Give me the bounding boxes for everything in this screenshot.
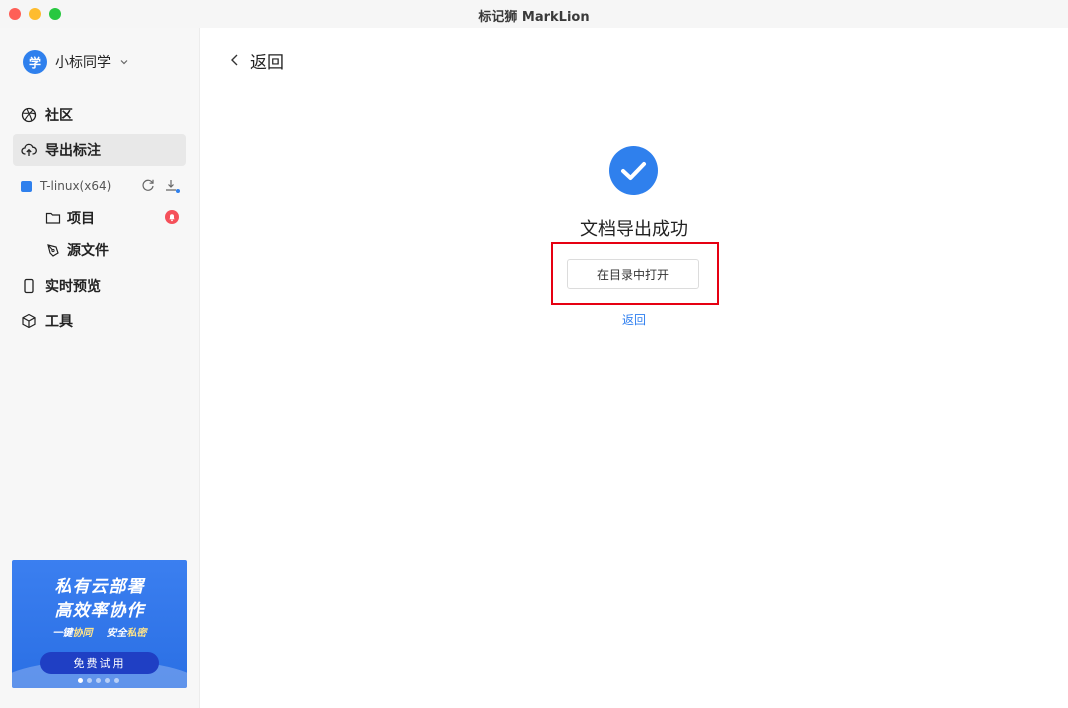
user-menu[interactable]: 学 小标同学	[23, 50, 129, 74]
cube-icon	[22, 313, 36, 329]
promo-tag1-highlight: 协同	[72, 628, 93, 639]
promo-banner[interactable]: 私有云部署 高效率协作 一键协同 安全私密 免费试用	[12, 560, 187, 688]
promo-title-line2: 高效率协作	[54, 601, 145, 621]
promo-tag2-prefix: 安全	[106, 628, 127, 639]
nav-label-export: 导出标注	[45, 143, 101, 159]
promo-title-line1: 私有云部署	[54, 577, 145, 597]
carousel-dots	[78, 678, 119, 683]
success-title: 文档导出成功	[580, 219, 688, 240]
nav-item-tools[interactable]: 工具	[13, 305, 186, 337]
globe-icon	[21, 107, 37, 123]
tree-item-source[interactable]: 源文件	[45, 239, 109, 261]
download-icon[interactable]	[164, 178, 180, 194]
pen-icon	[47, 244, 59, 257]
open-in-folder-button[interactable]: 在目录中打开	[567, 259, 699, 289]
tree-label-source: 源文件	[67, 243, 109, 259]
nav-item-community[interactable]: 社区	[13, 99, 186, 131]
back-button-label: 返回	[250, 52, 284, 73]
promo-tag2-highlight: 私密	[126, 628, 147, 639]
nav-item-export[interactable]: 导出标注	[13, 134, 186, 166]
sidebar: 学 小标同学 社区 导出标注 T-linux(x64) 项目 源文件 实时预览 …	[0, 28, 200, 708]
nav-label-community: 社区	[45, 108, 73, 124]
check-circle-icon	[609, 146, 658, 195]
folder-icon	[45, 212, 61, 224]
promo-tags: 一键协同 安全私密	[12, 624, 187, 639]
back-button[interactable]: 返回	[228, 48, 284, 73]
notification-bell-icon[interactable]	[165, 210, 179, 224]
promo-tag1-prefix: 一键	[52, 628, 73, 639]
carousel-dot[interactable]	[87, 678, 92, 683]
carousel-dot[interactable]	[105, 678, 110, 683]
chevron-left-icon	[231, 54, 238, 66]
workspace-row[interactable]: T-linux(x64)	[21, 176, 191, 196]
nav-label-preview: 实时预览	[45, 279, 101, 295]
title-bar: 标记狮 MarkLion	[0, 0, 1068, 28]
workspace-color-dot	[21, 180, 32, 192]
tree-label-project: 项目	[67, 211, 95, 227]
tree-item-project[interactable]: 项目	[45, 207, 95, 229]
nav-label-tools: 工具	[45, 314, 73, 330]
nav-item-preview[interactable]: 实时预览	[13, 270, 186, 302]
free-trial-button[interactable]: 免费试用	[40, 652, 159, 674]
carousel-dot[interactable]	[96, 678, 101, 683]
carousel-dot[interactable]	[78, 678, 83, 683]
refresh-icon[interactable]	[141, 178, 155, 192]
window-title: 标记狮 MarkLion	[478, 10, 590, 25]
user-name: 小标同学	[55, 55, 111, 71]
workspace-name: T-linux(x64)	[40, 179, 112, 193]
cloud-upload-icon	[21, 143, 37, 156]
chevron-down-icon	[120, 60, 128, 65]
phone-icon	[24, 278, 34, 294]
carousel-dot[interactable]	[114, 678, 119, 683]
avatar: 学	[23, 50, 47, 74]
back-link[interactable]: 返回	[584, 311, 684, 328]
